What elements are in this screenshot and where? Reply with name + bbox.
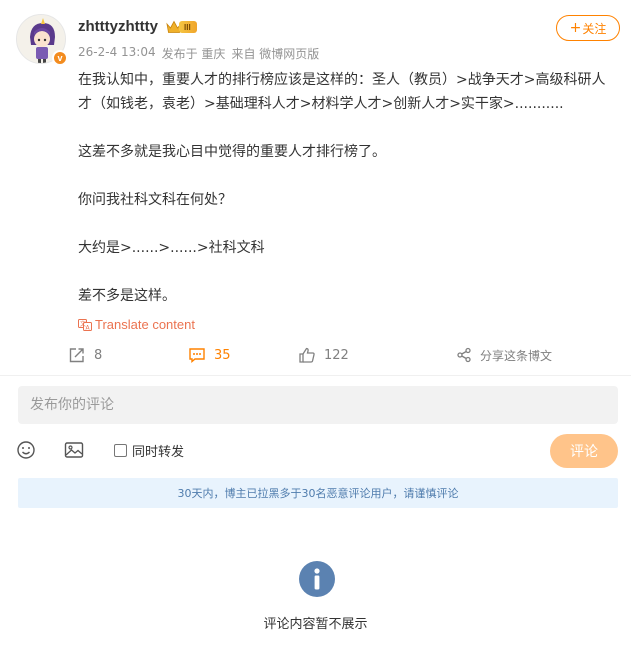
follow-label: 关注: [582, 21, 607, 36]
translate-label: Translate content: [95, 317, 195, 332]
like-button[interactable]: 122: [298, 344, 349, 366]
content-paragraph: 这差不多就是我心目中觉得的重要人才排行榜了。: [78, 144, 386, 160]
repost-icon: [69, 348, 84, 363]
translate-link[interactable]: 文 A Translate content: [78, 317, 195, 332]
avatar-wrap[interactable]: v: [16, 14, 68, 66]
share-icon: [457, 347, 471, 363]
comments-hidden-text: 评论内容暂不展示: [263, 617, 368, 632]
comment-button[interactable]: 35: [188, 344, 231, 366]
info-icon: [298, 560, 336, 602]
member-level-badge[interactable]: III: [166, 20, 197, 34]
post-time[interactable]: 26-2-4 13:04: [78, 45, 156, 62]
post-content: 在我认知中，重要人才的排行榜应该是这样的：圣人（教员）>战争天才>高级科研人才（…: [78, 68, 618, 308]
verified-badge-icon: v: [52, 50, 68, 66]
comment-notice: 30天内，博主已拉黑多于30名恶意评论用户，请谨慎评论: [18, 478, 618, 508]
follow-button[interactable]: + 关注: [556, 15, 620, 41]
emoji-icon: [17, 441, 35, 459]
share-button[interactable]: 分享这条博文: [456, 344, 552, 366]
repost-checkbox[interactable]: 同时转发: [114, 441, 184, 460]
checkbox-box[interactable]: [114, 444, 127, 457]
comment-count: 35: [214, 347, 231, 363]
like-count: 122: [324, 347, 349, 363]
post-location: 发布于 重庆: [161, 47, 226, 61]
content-paragraph: 在我认知中，重要人才的排行榜应该是这样的：圣人（教员）>战争天才>高级科研人才（…: [78, 72, 606, 112]
repost-button[interactable]: 8: [68, 344, 102, 366]
submit-comment-button[interactable]: 评论: [550, 434, 618, 468]
share-label: 分享这条博文: [480, 348, 553, 363]
content-paragraph: 你问我社科文科在何处？: [78, 192, 232, 208]
thumbs-up-icon: [299, 347, 315, 363]
content-paragraph: 大约是>......>......>社科文科: [78, 240, 265, 256]
emoji-button[interactable]: [16, 440, 36, 464]
image-upload-button[interactable]: [64, 440, 84, 464]
repost-checkbox-label: 同时转发: [132, 445, 185, 460]
translate-icon: 文 A: [78, 318, 92, 331]
content-paragraph: 差不多是这样。: [78, 288, 176, 304]
action-bar: 8 35 122 分享这条博文: [0, 344, 631, 368]
comment-input[interactable]: [18, 386, 618, 424]
comment-icon: [189, 348, 205, 363]
repost-count: 8: [94, 347, 103, 363]
image-icon: [64, 442, 84, 458]
username[interactable]: zhtttyzhttty: [78, 18, 158, 35]
divider: [0, 375, 631, 376]
level-label: III: [179, 21, 197, 33]
post-meta: 26-2-4 13:04 发布于 重庆 来自 微博网页版: [78, 45, 319, 62]
post-source: 来自 微博网页版: [231, 47, 320, 61]
plus-icon: +: [569, 20, 582, 36]
